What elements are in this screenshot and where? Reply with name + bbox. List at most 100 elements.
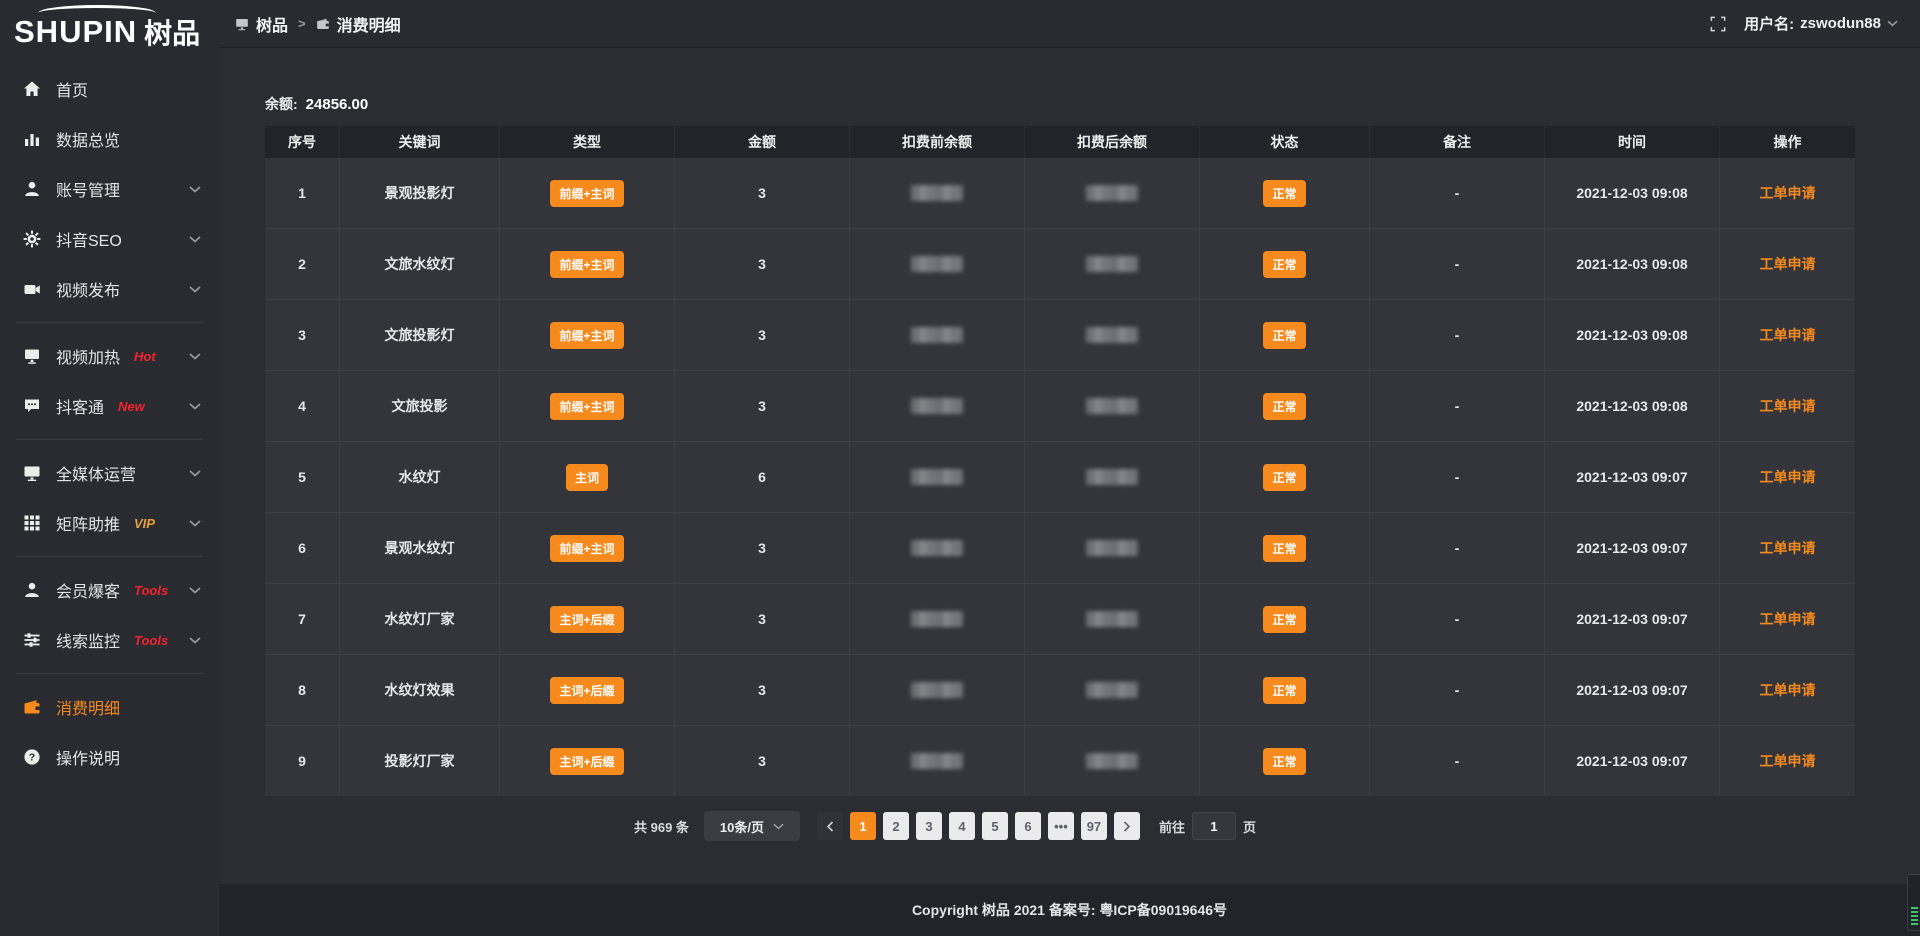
sidebar-item-video-heat[interactable]: 视频加热 Hot bbox=[0, 331, 219, 381]
screen-icon bbox=[235, 17, 249, 31]
table-row: 7 水纹灯厂家 主词+后缀 3 正常 - 2021-12-03 09:07 工单… bbox=[265, 583, 1855, 654]
sidebar-item-label: 抖音SEO bbox=[56, 227, 122, 251]
sidebar-item-instructions[interactable]: ? 操作说明 bbox=[0, 732, 219, 782]
work-order-link[interactable]: 工单申请 bbox=[1760, 467, 1816, 487]
page-button-5[interactable]: 5 bbox=[982, 812, 1008, 840]
redacted-value bbox=[1086, 611, 1138, 627]
cell-type: 主词+后缀 bbox=[500, 584, 675, 654]
cell-remark: - bbox=[1370, 726, 1545, 796]
cell-balance-before bbox=[850, 442, 1025, 512]
table-row: 2 文旅水纹灯 前缀+主词 3 正常 - 2021-12-03 09:08 工单… bbox=[265, 228, 1855, 299]
sidebar-item-home[interactable]: 首页 bbox=[0, 64, 219, 114]
sidebar-item-label: 全媒体运营 bbox=[56, 461, 136, 485]
work-order-link[interactable]: 工单申请 bbox=[1760, 325, 1816, 345]
chevron-down-icon bbox=[189, 286, 201, 293]
cell-keyword: 水纹灯厂家 bbox=[340, 584, 500, 654]
status-badge: 正常 bbox=[1263, 251, 1305, 278]
cell-type: 前缀+主词 bbox=[500, 371, 675, 441]
page-button-6[interactable]: 6 bbox=[1015, 812, 1041, 840]
cell-balance-before bbox=[850, 726, 1025, 796]
cell-amount: 3 bbox=[675, 655, 850, 725]
breadcrumb-home[interactable]: 树品 bbox=[235, 12, 288, 36]
signal-bars bbox=[1911, 905, 1918, 925]
work-order-link[interactable]: 工单申请 bbox=[1760, 680, 1816, 700]
page-size-select[interactable]: 10条/页 bbox=[704, 811, 800, 841]
page-button-2[interactable]: 2 bbox=[883, 812, 909, 840]
topbar-right: 用户名: zswodun88 bbox=[1710, 13, 1898, 34]
sidebar-item-douyin-seo[interactable]: 抖音SEO bbox=[0, 214, 219, 264]
col-header-amount: 金额 bbox=[675, 126, 850, 158]
next-page-button[interactable] bbox=[1114, 812, 1140, 840]
sidebar-item-account[interactable]: 账号管理 bbox=[0, 164, 219, 214]
cell-amount: 3 bbox=[675, 513, 850, 583]
fullscreen-icon[interactable] bbox=[1710, 16, 1726, 32]
type-badge: 主词+后缀 bbox=[550, 677, 623, 704]
sidebar-item-member-burst[interactable]: 会员爆客 Tools bbox=[0, 565, 219, 615]
cell-keyword: 水纹灯 bbox=[340, 442, 500, 512]
work-order-link[interactable]: 工单申请 bbox=[1760, 396, 1816, 416]
cell-type: 主词 bbox=[500, 442, 675, 512]
corner-widget[interactable] bbox=[1907, 874, 1920, 931]
sidebar-item-matrix-boost[interactable]: 矩阵助推 VIP bbox=[0, 498, 219, 548]
cell-keyword: 水纹灯效果 bbox=[340, 655, 500, 725]
sidebar-item-label: 数据总览 bbox=[56, 127, 120, 151]
cell-keyword: 景观投影灯 bbox=[340, 158, 500, 228]
chevron-down-icon bbox=[189, 637, 201, 644]
work-order-link[interactable]: 工单申请 bbox=[1760, 609, 1816, 629]
col-header-action: 操作 bbox=[1720, 126, 1855, 158]
page-button-3[interactable]: 3 bbox=[916, 812, 942, 840]
brand-logo: SHUPIN 树品 bbox=[0, 0, 219, 64]
cell-status: 正常 bbox=[1200, 371, 1370, 441]
footer: Copyright 树品 2021 备案号: 粤ICP备09019646号 bbox=[219, 884, 1920, 936]
hot-tag: Hot bbox=[134, 349, 156, 364]
table-row: 6 景观水纹灯 前缀+主词 3 正常 - 2021-12-03 09:07 工单… bbox=[265, 512, 1855, 583]
chevron-down-icon bbox=[189, 236, 201, 243]
sidebar-divider bbox=[16, 439, 203, 440]
cell-status: 正常 bbox=[1200, 655, 1370, 725]
work-order-link[interactable]: 工单申请 bbox=[1760, 254, 1816, 274]
sidebar-item-clue-monitor[interactable]: 线索监控 Tools bbox=[0, 615, 219, 665]
sidebar-item-video-publish[interactable]: 视频发布 bbox=[0, 264, 219, 314]
status-badge: 正常 bbox=[1263, 180, 1305, 207]
redacted-value bbox=[911, 327, 963, 343]
col-header-keyword: 关键词 bbox=[340, 126, 500, 158]
cell-remark: - bbox=[1370, 655, 1545, 725]
cell-time: 2021-12-03 09:07 bbox=[1545, 513, 1720, 583]
cell-balance-after bbox=[1025, 442, 1200, 512]
work-order-link[interactable]: 工单申请 bbox=[1760, 538, 1816, 558]
breadcrumb-current[interactable]: 消费明细 bbox=[316, 12, 401, 36]
page-ellipsis-button[interactable]: ••• bbox=[1048, 812, 1074, 840]
cell-remark: - bbox=[1370, 229, 1545, 299]
chevron-down-icon bbox=[189, 520, 201, 527]
page-button-1[interactable]: 1 bbox=[850, 812, 876, 840]
cell-balance-before bbox=[850, 300, 1025, 370]
table-body: 1 景观投影灯 前缀+主词 3 正常 - 2021-12-03 09:08 工单… bbox=[265, 158, 1855, 796]
cell-amount: 3 bbox=[675, 726, 850, 796]
user-dropdown[interactable]: 用户名: zswodun88 bbox=[1744, 13, 1898, 34]
table-row: 5 水纹灯 主词 6 正常 - 2021-12-03 09:07 工单申请 bbox=[265, 441, 1855, 512]
cell-status: 正常 bbox=[1200, 300, 1370, 370]
tools-tag: Tools bbox=[134, 633, 168, 648]
page-button-97[interactable]: 97 bbox=[1081, 812, 1107, 840]
work-order-link[interactable]: 工单申请 bbox=[1760, 183, 1816, 203]
work-order-link[interactable]: 工单申请 bbox=[1760, 751, 1816, 771]
cell-amount: 3 bbox=[675, 584, 850, 654]
sidebar-item-consume-detail[interactable]: 消费明细 bbox=[0, 682, 219, 732]
cell-balance-after bbox=[1025, 726, 1200, 796]
cell-time: 2021-12-03 09:08 bbox=[1545, 158, 1720, 228]
sidebar-item-data-overview[interactable]: 数据总览 bbox=[0, 114, 219, 164]
cell-time: 2021-12-03 09:07 bbox=[1545, 584, 1720, 654]
cell-amount: 3 bbox=[675, 300, 850, 370]
home-icon bbox=[22, 80, 42, 98]
cell-index: 2 bbox=[265, 229, 340, 299]
type-badge: 主词+后缀 bbox=[550, 748, 623, 775]
prev-page-button[interactable] bbox=[817, 812, 843, 840]
cell-time: 2021-12-03 09:08 bbox=[1545, 300, 1720, 370]
sidebar-item-doukoutong[interactable]: 抖客通 New bbox=[0, 381, 219, 431]
cell-balance-before bbox=[850, 584, 1025, 654]
sidebar-item-label: 操作说明 bbox=[56, 745, 120, 769]
goto-page-input[interactable] bbox=[1192, 812, 1236, 840]
sidebar-item-all-media[interactable]: 全媒体运营 bbox=[0, 448, 219, 498]
page-button-4[interactable]: 4 bbox=[949, 812, 975, 840]
cell-status: 正常 bbox=[1200, 229, 1370, 299]
